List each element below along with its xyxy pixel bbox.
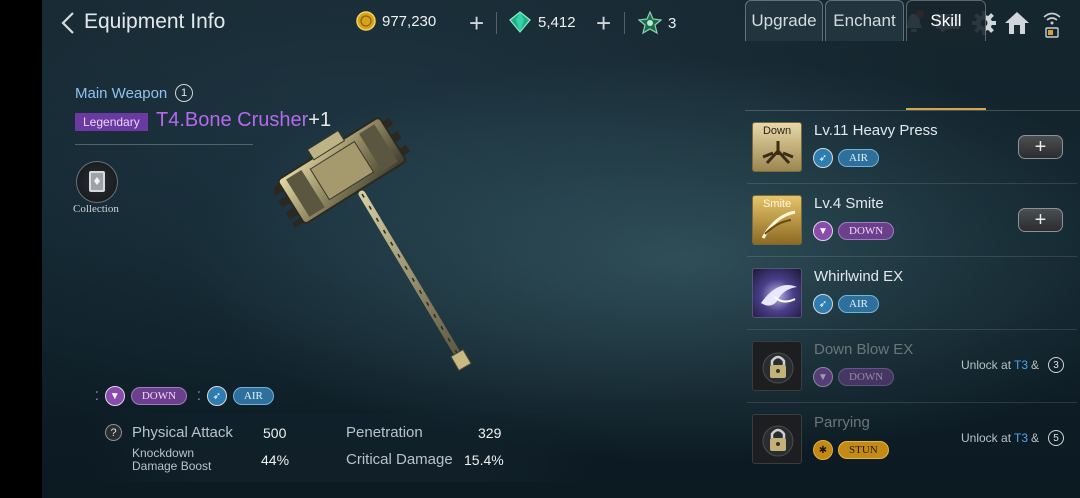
equipment-screen: Equipment Info 977,230 + 5,412 + 3 Main … — [42, 0, 1080, 498]
knockdown-label-2: Damage Boost — [132, 459, 212, 473]
gem-currency: 5,412 — [508, 11, 576, 33]
knockdown-value: 44% — [261, 452, 290, 468]
slash-icon — [761, 210, 796, 239]
air-tag: AIR — [232, 387, 274, 405]
ticket-amount: 3 — [668, 14, 677, 32]
unlock-requirement: Unlock at T3 & 5 — [961, 430, 1065, 446]
green-gem-icon — [509, 11, 531, 33]
add-gem-button[interactable]: + — [596, 8, 611, 39]
tab-skill[interactable]: Skill — [906, 0, 986, 41]
skill-row-locked[interactable]: Down Blow EX ▼ DOWN Unlock at T3 & 3 — [747, 330, 1077, 403]
divider — [496, 12, 497, 34]
critical-damage-label: Critical Damage — [346, 451, 453, 468]
stun-attribute-icon: ✱ — [813, 440, 833, 460]
impact-burst-icon — [762, 141, 794, 165]
skill-tags: ➶ AIR — [813, 294, 879, 314]
unlock-text: Unlock at — [961, 431, 1012, 445]
slot-label: Main Weapon — [75, 85, 168, 102]
lock-icon — [762, 352, 794, 384]
tab-upgrade[interactable]: Upgrade — [745, 0, 823, 41]
ticket-icon — [638, 11, 662, 35]
skill-row[interactable]: Down Lv.11 Heavy Press ➶ AIR + — [747, 111, 1077, 184]
air-tag: AIR — [838, 149, 879, 167]
down-tag: DOWN — [838, 368, 895, 386]
heavy-press-icon: Down — [752, 122, 802, 172]
swirl-blade-icon — [761, 285, 797, 306]
skill-name: Lv.11 Heavy Press — [814, 122, 938, 139]
penetration-value: 329 — [478, 425, 502, 441]
down-attribute-icon: ▼ — [813, 221, 833, 241]
stun-tag: STUN — [838, 441, 889, 459]
skill-tags: ▼ DOWN — [813, 221, 895, 241]
back-arrow-icon[interactable] — [58, 10, 80, 36]
locked-skill-icon — [752, 414, 802, 464]
bone-crusher-hammer-image — [274, 117, 472, 372]
unlock-requirement: Unlock at T3 & 3 — [961, 357, 1065, 373]
unlock-level-badge: 3 — [1048, 357, 1065, 373]
air-attribute-icon: ➶ — [206, 386, 227, 406]
gem-amount: 5,412 — [538, 13, 576, 31]
more-dots-icon: ⁚ — [95, 389, 99, 403]
divider — [75, 144, 253, 145]
skill-name: Whirlwind EX — [814, 268, 904, 285]
skill-name: Down Blow EX — [814, 341, 914, 358]
skill-row[interactable]: Whirlwind EX ➶ AIR — [747, 257, 1077, 330]
unlock-text: Unlock at — [961, 358, 1012, 372]
down-tag: DOWN — [838, 222, 895, 240]
physical-attack-label: Physical Attack — [132, 424, 233, 441]
penetration-label: Penetration — [346, 424, 423, 441]
lock-icon — [762, 425, 794, 457]
rarity-badge: Legendary — [75, 113, 148, 131]
skill-tags: ➶ AIR — [813, 148, 879, 168]
locked-skill-icon — [752, 341, 802, 391]
gold-currency: 977,230 — [356, 11, 436, 31]
down-attribute-icon: ▼ — [813, 367, 833, 387]
skill-tags: ▼ DOWN — [813, 367, 895, 387]
skill-tags: ✱ STUN — [813, 440, 889, 460]
skill-row-locked[interactable]: Parrying ✱ STUN Unlock at T3 & 5 — [747, 403, 1077, 476]
gold-coin-icon — [356, 11, 376, 31]
unlock-and: & — [1031, 358, 1040, 372]
smite-icon: Smite — [752, 195, 802, 245]
skill-name: Lv.4 Smite — [814, 195, 884, 212]
wifi-battery-icon — [1043, 12, 1061, 38]
unlock-tier: T3 — [1014, 358, 1029, 372]
home-icon[interactable] — [1004, 10, 1030, 36]
tab-enchant[interactable]: Enchant — [825, 0, 904, 41]
physical-attack-value: 500 — [263, 425, 287, 441]
critical-damage-value: 15.4% — [464, 452, 504, 468]
collection-button[interactable] — [76, 161, 118, 203]
add-skill-point-button[interactable]: + — [1018, 135, 1063, 159]
divider — [624, 12, 625, 34]
air-tag: AIR — [838, 295, 879, 313]
air-attribute-icon: ➶ — [813, 294, 833, 314]
weapon-attributes: ⁚ ▼ DOWN ⁚ ➶ AIR — [95, 386, 274, 406]
help-icon[interactable]: ? — [105, 424, 122, 441]
page-title: Equipment Info — [84, 10, 226, 33]
more-dots-icon: ⁚ — [197, 389, 201, 403]
add-gold-button[interactable]: + — [469, 8, 484, 39]
unlock-tier: T3 — [1014, 431, 1029, 445]
whirlwind-icon — [752, 268, 802, 318]
down-attribute-icon: ▼ — [104, 386, 125, 406]
knockdown-label-1: Knockdown — [132, 446, 195, 460]
active-tab-indicator — [906, 108, 986, 110]
book-icon — [89, 171, 105, 192]
air-attribute-icon: ➶ — [813, 148, 833, 168]
unlock-and: & — [1031, 431, 1040, 445]
add-skill-point-button[interactable]: + — [1018, 208, 1063, 232]
slot-number-badge: 1 — [175, 84, 193, 102]
skill-row[interactable]: Smite Lv.4 Smite ▼ DOWN + — [747, 184, 1077, 257]
skill-name: Parrying — [814, 414, 870, 431]
unlock-level-badge: 5 — [1048, 430, 1065, 446]
gold-amount: 977,230 — [382, 12, 437, 30]
down-tag: DOWN — [130, 387, 188, 405]
collection-label: Collection — [73, 203, 119, 215]
ticket-currency: 3 — [638, 11, 676, 35]
